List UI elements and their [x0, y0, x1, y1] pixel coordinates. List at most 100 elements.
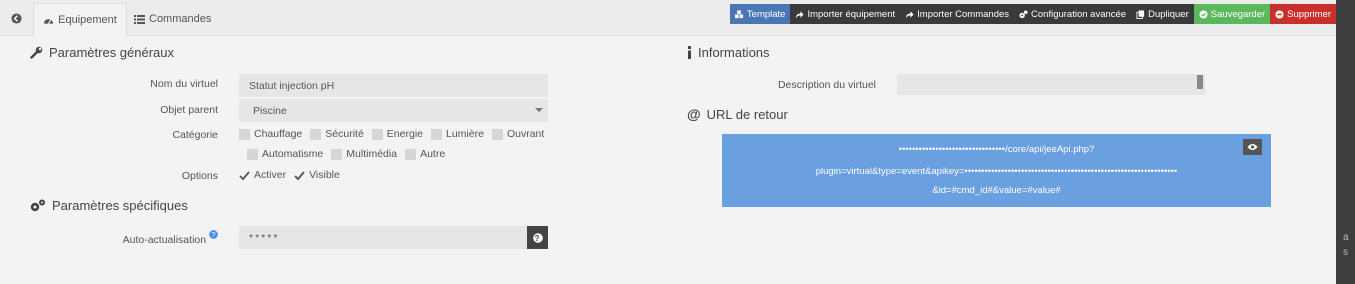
category-label-text: Ouvrant [506, 128, 545, 140]
return-url-box: ••••••••••••••••••••••••••••••••/core/ap… [722, 134, 1271, 207]
back-button[interactable] [4, 6, 28, 30]
save-button[interactable]: Sauvegarder [1193, 4, 1271, 24]
tab-equipment-label: Equipement [58, 14, 117, 26]
save-label: Sauvegarder [1210, 8, 1266, 20]
back-arrow-circle-icon [10, 12, 22, 24]
scrollbar-handle[interactable] [1197, 75, 1203, 89]
category-chauffage[interactable]: Chauffage [239, 128, 302, 140]
info-section-title: Informations [687, 45, 770, 60]
parent-label: Objet parent [160, 104, 218, 116]
description-textarea[interactable] [897, 74, 1205, 95]
advanced-config-button[interactable]: Configuration avancée [1014, 4, 1132, 24]
list-icon [134, 14, 145, 24]
question-circle-icon: ? [532, 232, 543, 243]
name-input[interactable]: Statut injection pH [239, 74, 548, 97]
equipment-page: Equipement Commandes Template Importer é… [0, 0, 1336, 284]
category-label-text: Sécurité [325, 128, 364, 140]
import-equipment-button[interactable]: Importer équipement [790, 4, 901, 24]
minus-circle-icon [1275, 9, 1284, 19]
edge-text: a [1343, 232, 1349, 243]
return-url-line-1: ••••••••••••••••••••••••••••••••/core/ap… [898, 144, 1095, 155]
checkbox-unchecked-icon [331, 148, 343, 160]
at-icon: @ [687, 106, 701, 122]
category-row-1: Chauffage Sécurité Energie Lumière Ouvra… [239, 128, 552, 140]
options-row: Activer Visible [239, 169, 348, 181]
general-title: Paramètres généraux [49, 45, 175, 60]
import-commands-label: Importer Commandes [917, 8, 1010, 20]
svg-text:?: ? [212, 230, 216, 239]
category-label-text: Autre [420, 148, 446, 160]
cron-help-button[interactable]: ? [527, 226, 548, 249]
return-url-line-2: plugin=virtual&type=event&apikey=•••••••… [815, 166, 1178, 177]
cogs-icon [30, 199, 45, 212]
dashboard-icon [44, 19, 54, 24]
cogs-icon [1019, 9, 1028, 18]
category-automatisme[interactable]: Automatisme [247, 148, 323, 160]
checkbox-unchecked-icon [491, 128, 503, 140]
template-label: Template [746, 8, 786, 20]
parent-value: Piscine [253, 104, 287, 117]
category-autre[interactable]: Autre [405, 148, 445, 160]
return-url-title: URL de retour [706, 106, 788, 122]
category-multimedia[interactable]: Multimédia [331, 148, 397, 160]
info-icon [688, 46, 691, 59]
option-label-text: Activer [254, 169, 287, 181]
checkbox-unchecked-icon [310, 128, 322, 140]
auto-refresh-label-wrap: Auto-actualisation ? [80, 230, 218, 246]
copy-icon [1136, 9, 1145, 19]
check-circle-icon [1199, 9, 1208, 19]
tab-equipment[interactable]: Equipement [33, 3, 127, 36]
auto-refresh-value: ***** [249, 231, 280, 244]
name-label: Nom du virtuel [150, 78, 218, 90]
share-arrow-icon [796, 10, 805, 18]
parent-select[interactable]: Piscine [239, 99, 548, 122]
checkbox-unchecked-icon [247, 148, 258, 160]
option-activer[interactable]: Activer [239, 169, 286, 181]
delete-button[interactable]: Supprimer [1270, 4, 1336, 24]
description-label: Description du virtuel [777, 79, 876, 91]
auto-refresh-label: Auto-actualisation [122, 234, 207, 246]
options-label: Options [181, 170, 218, 182]
name-value: Statut injection pH [249, 79, 335, 92]
svg-text:?: ? [534, 234, 541, 243]
category-label-text: Multimédia [346, 148, 398, 160]
auto-refresh-input[interactable]: ***** ? [239, 226, 548, 249]
eye-icon [1247, 144, 1258, 150]
question-circle-icon[interactable]: ? [209, 230, 218, 239]
tab-commands[interactable]: Commandes [132, 3, 213, 35]
checkbox-unchecked-icon [431, 128, 442, 140]
category-row-2: Automatisme Multimédia Autre [247, 148, 453, 160]
template-button[interactable]: Template [729, 4, 791, 24]
import-commands-button[interactable]: Importer Commandes [900, 4, 1015, 24]
delete-label: Supprimer [1287, 8, 1331, 20]
edge-text: s [1343, 247, 1348, 258]
return-url-section-title: @ URL de retour [687, 106, 788, 122]
specific-section-title: Paramètres spécifiques [30, 198, 188, 213]
category-securite[interactable]: Sécurité [310, 128, 364, 140]
checkmark-icon [239, 170, 250, 180]
option-label-text: Visible [309, 169, 340, 181]
category-label-text: Automatisme [262, 148, 324, 160]
duplicate-label: Dupliquer [1148, 8, 1189, 20]
show-url-button[interactable] [1243, 139, 1262, 155]
share-arrow-icon [906, 10, 914, 18]
category-label: Catégorie [172, 129, 218, 141]
category-ouvrant[interactable]: Ouvrant [491, 128, 545, 140]
option-visible[interactable]: Visible [294, 169, 340, 181]
checkmark-icon [294, 170, 305, 180]
wrench-icon [30, 46, 43, 59]
checkbox-unchecked-icon [371, 128, 383, 140]
advanced-config-label: Configuration avancée [1031, 8, 1127, 20]
checkbox-unchecked-icon [405, 148, 417, 160]
cubes-icon [734, 9, 744, 18]
general-section-title: Paramètres généraux [30, 45, 174, 60]
category-energie[interactable]: Energie [371, 128, 423, 140]
category-label-text: Lumière [446, 128, 484, 140]
chevron-down-icon [535, 108, 543, 112]
category-label-text: Energie [386, 128, 423, 140]
import-equipment-label: Importer équipement [807, 8, 896, 20]
action-toolbar: Template Importer équipement Importer Co… [729, 4, 1336, 24]
category-lumiere[interactable]: Lumière [431, 128, 484, 140]
checkbox-unchecked-icon [239, 128, 250, 140]
duplicate-button[interactable]: Dupliquer [1131, 4, 1194, 24]
